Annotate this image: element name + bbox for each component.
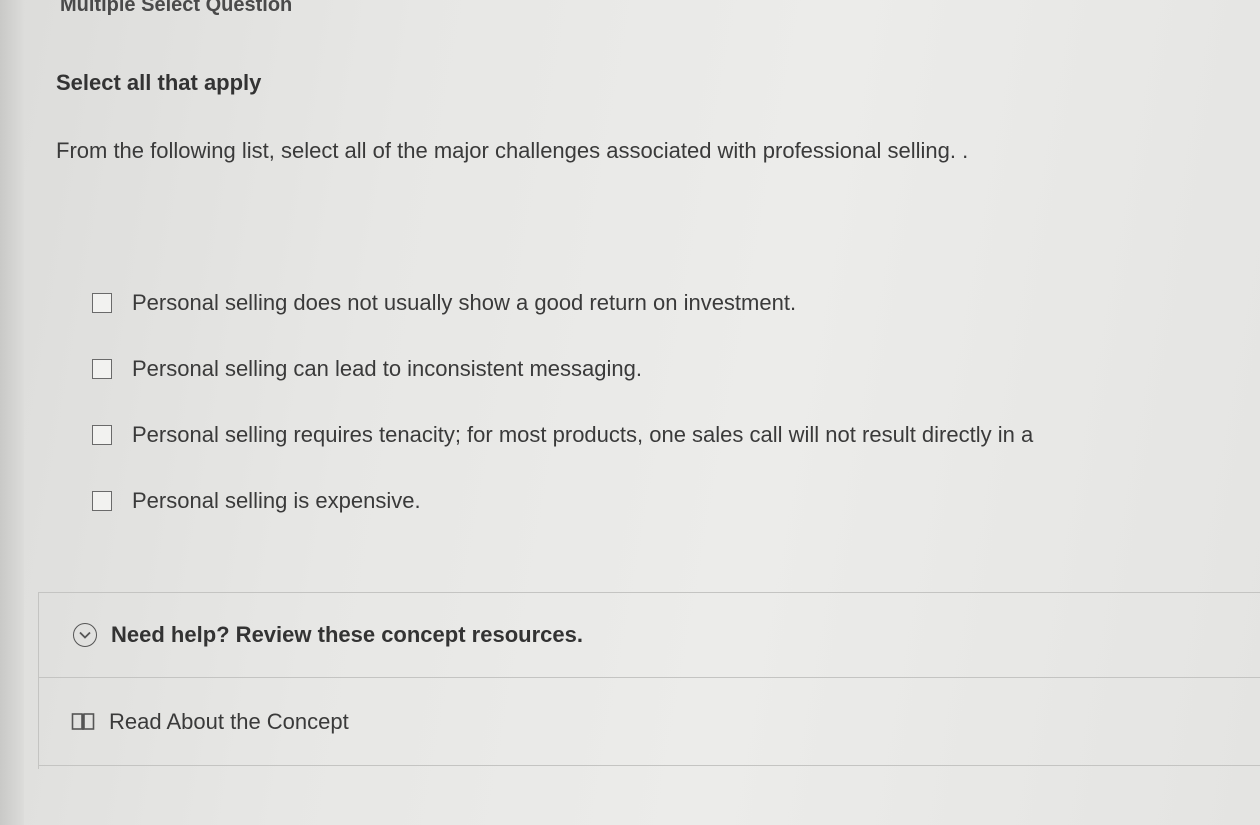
divider [39,765,1260,766]
answer-option[interactable]: Personal selling is expensive. [92,468,1260,534]
answer-option[interactable]: Personal selling does not usually show a… [92,270,1260,336]
answer-option-label: Personal selling can lead to inconsisten… [132,356,642,381]
answer-option[interactable]: Personal selling requires tenacity; for … [92,402,1260,468]
answer-option[interactable]: Personal selling can lead to inconsisten… [92,336,1260,402]
checkbox[interactable] [92,425,112,445]
page-edge [0,0,24,825]
checkbox[interactable] [92,359,112,379]
chevron-circle-icon[interactable] [73,623,97,647]
concept-resources-toggle-label: Need help? Review these concept resource… [111,622,583,647]
question-prompt: From the following list, select all of t… [56,138,969,163]
book-icon [71,712,95,732]
divider [39,677,1260,678]
question-type-label: Multiple Select Question [60,0,293,16]
checkbox[interactable] [92,491,112,511]
answer-option-label: Personal selling is expensive. [132,488,421,513]
answer-options: Personal selling does not usually show a… [92,270,1260,534]
concept-resources-toggle[interactable]: Need help? Review these concept resource… [39,593,1260,677]
instruction-text: Select all that apply [56,70,262,95]
answer-option-label: Personal selling does not usually show a… [132,290,797,315]
help-panel: Need help? Review these concept resource… [38,592,1260,769]
checkbox[interactable] [92,293,112,313]
read-about-concept-link[interactable]: Read About the Concept [39,679,1260,765]
read-about-concept-label: Read About the Concept [109,709,349,734]
answer-option-label: Personal selling requires tenacity; for … [132,422,1034,447]
